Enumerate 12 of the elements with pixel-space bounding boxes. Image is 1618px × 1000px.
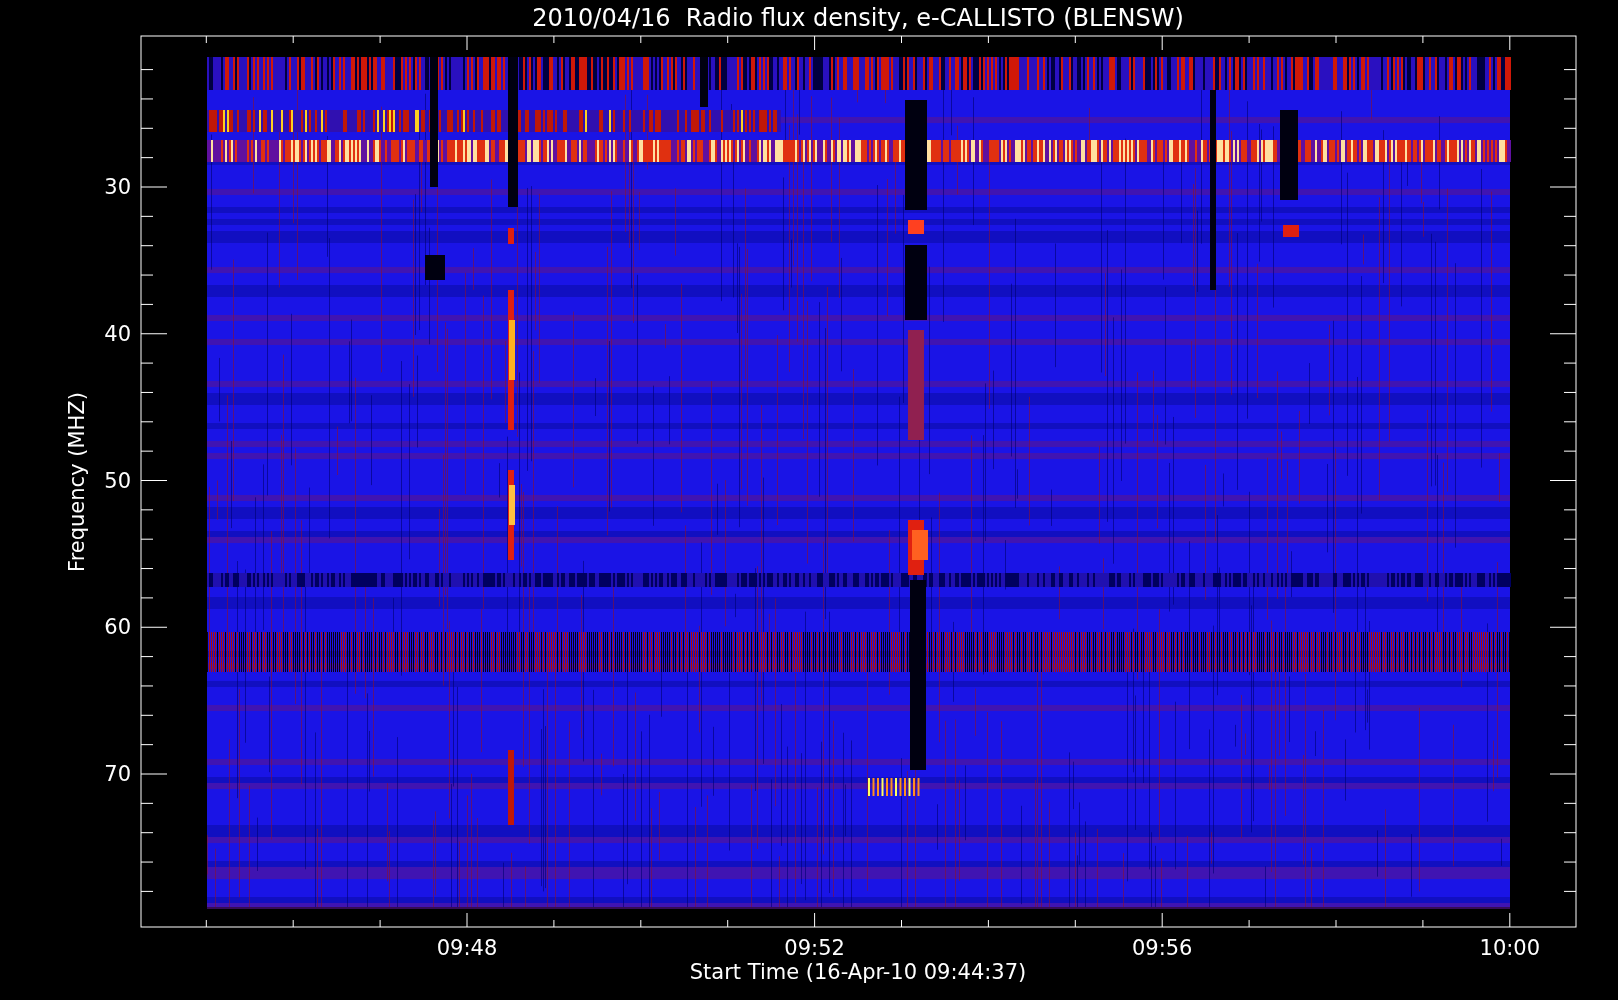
tick-label: 30 <box>104 175 131 199</box>
tick-label: 60 <box>104 615 131 640</box>
tick-label: 09:48 <box>436 936 498 960</box>
tick-label: 70 <box>104 762 131 786</box>
axis-label: Frequency (MHZ) <box>65 392 89 572</box>
tick-label: 09:52 <box>784 936 845 960</box>
tick-label: 40 <box>104 321 131 346</box>
axis-label: Start Time (16-Apr-10 09:44:37) <box>689 960 1027 984</box>
tick-label: 50 <box>104 468 131 493</box>
tick-label: 10:00 <box>1479 936 1541 960</box>
tick-label: 09:56 <box>1131 936 1193 960</box>
plot-title: 2010/04/16 Radio flux density, e-CALLISTO (BLENSW) <box>532 4 1184 32</box>
